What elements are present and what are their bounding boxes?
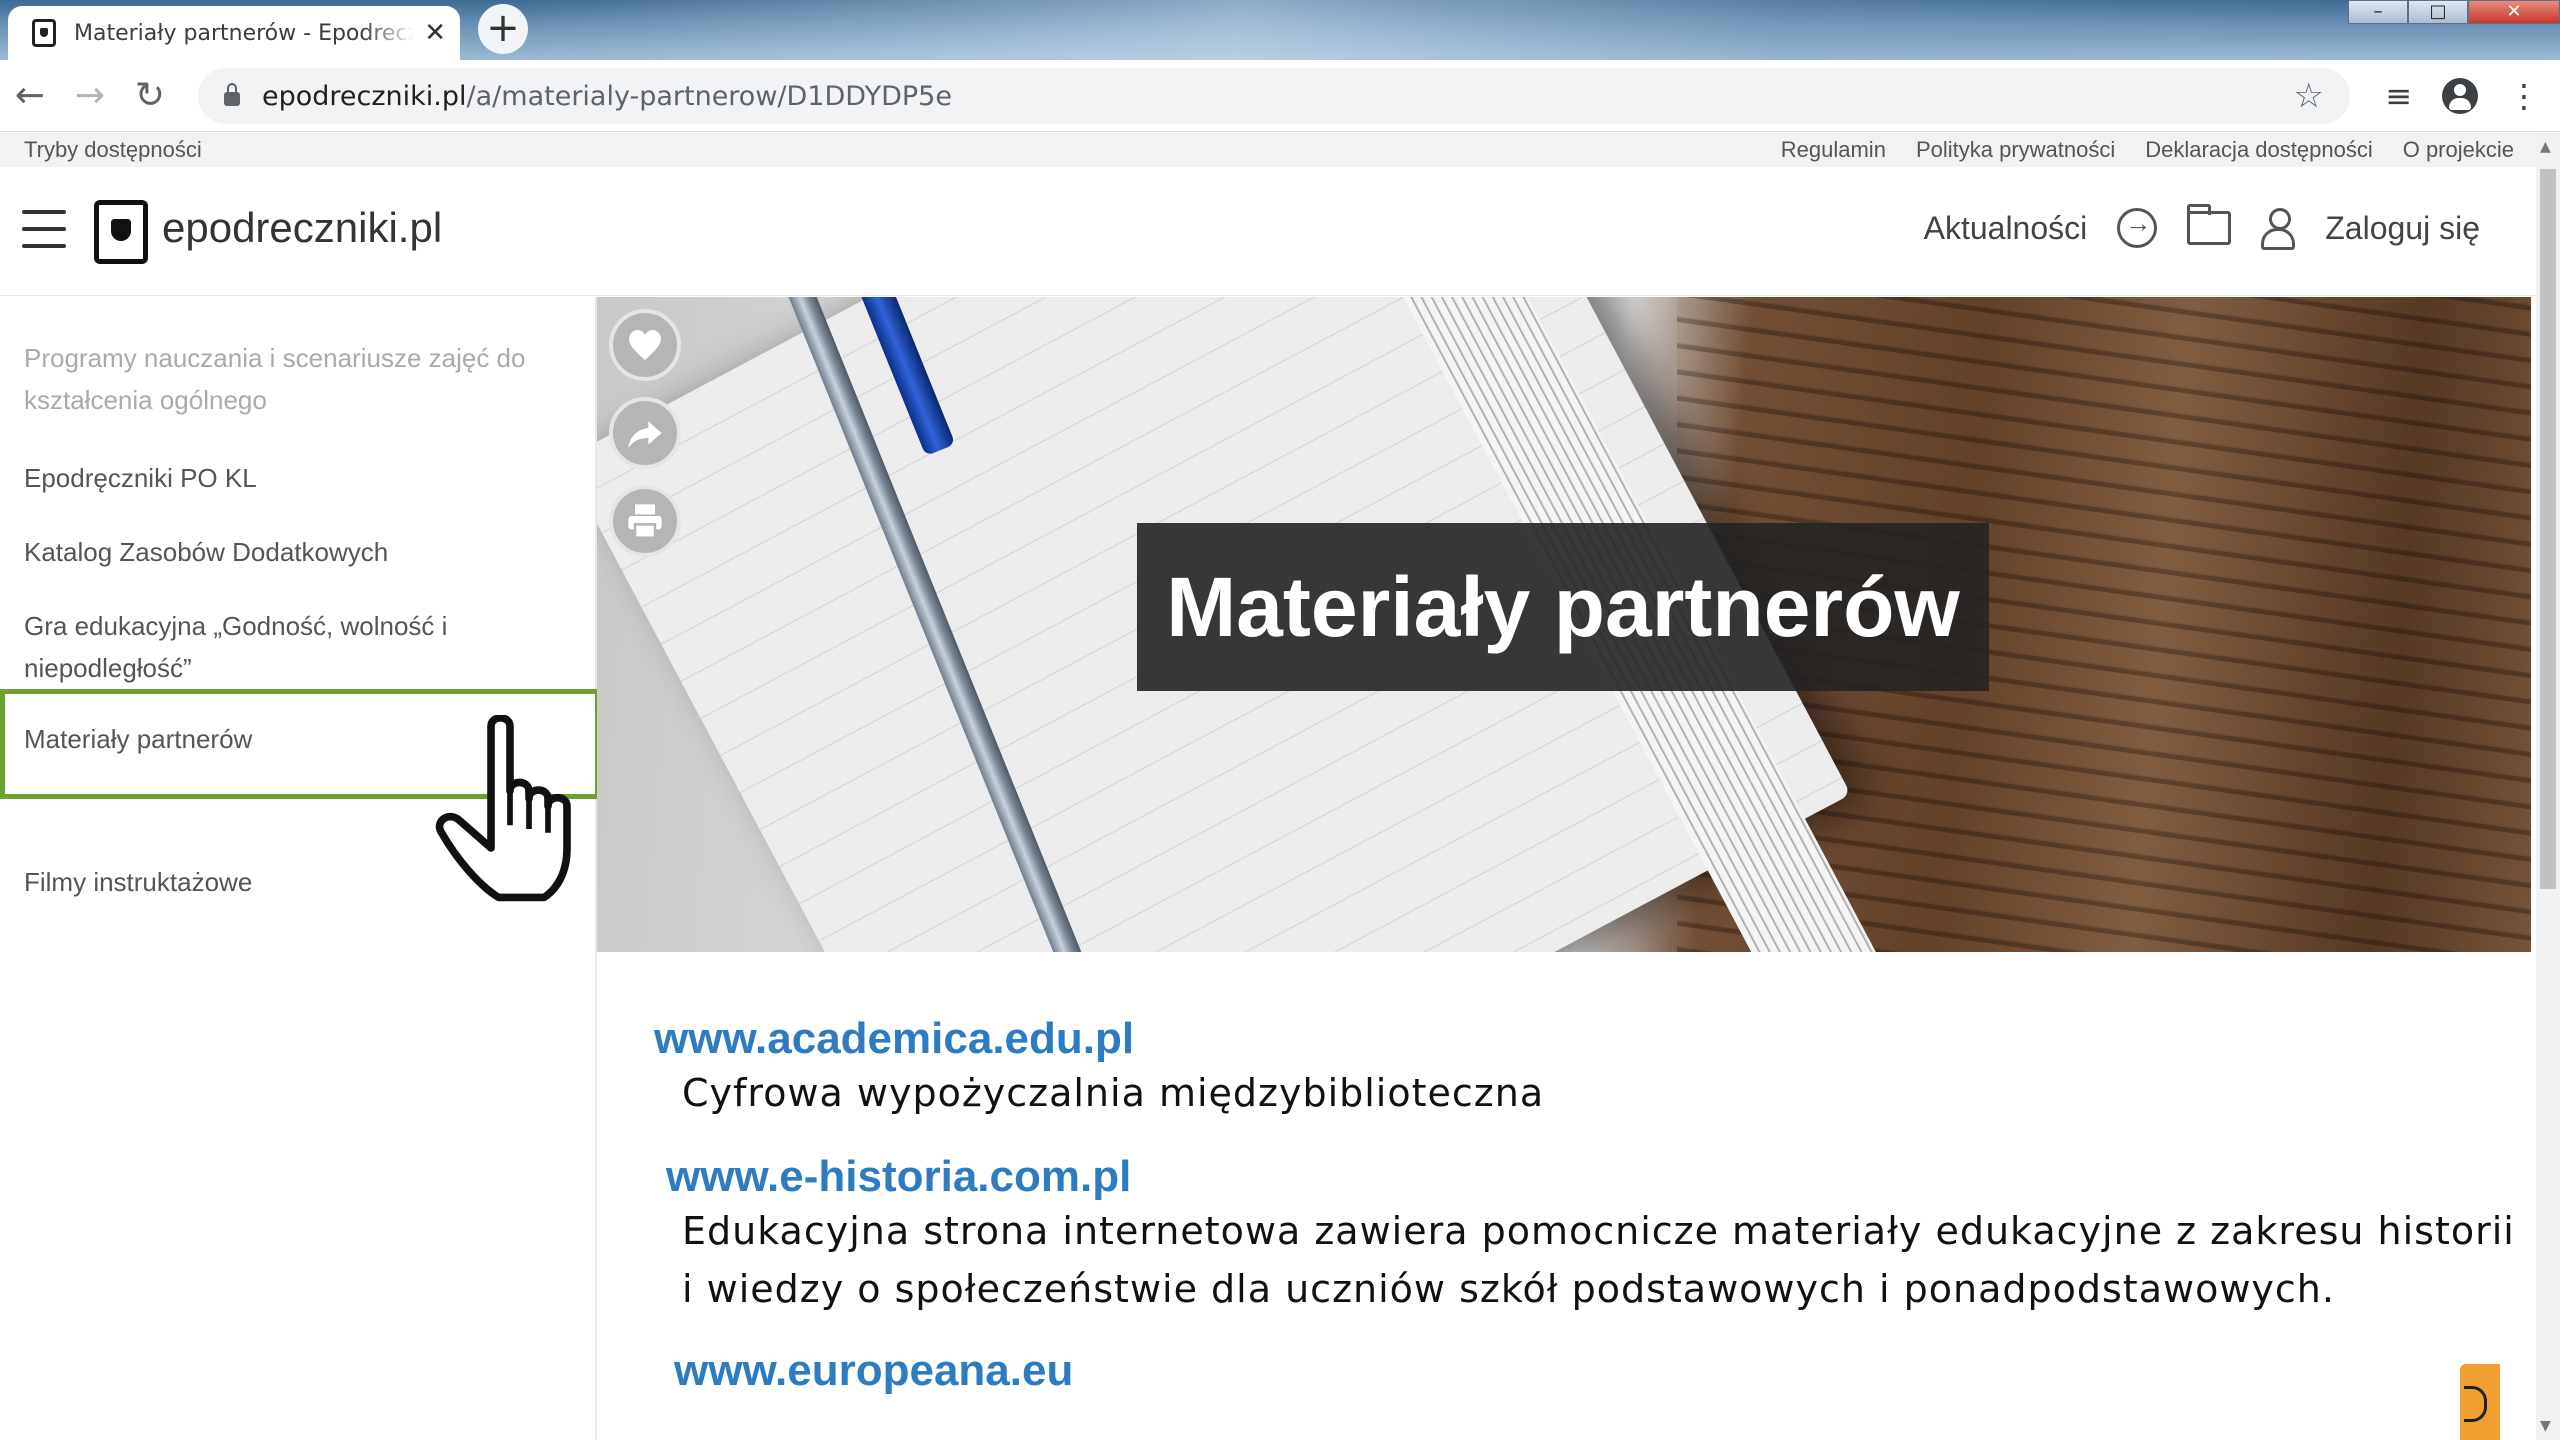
- profile-avatar-icon[interactable]: [2442, 78, 2478, 114]
- share-button[interactable]: [609, 397, 681, 469]
- url-path: /a/materialy-partnerow/D1DDYDP5e: [466, 80, 952, 112]
- tab-close-icon[interactable]: ✕: [424, 18, 446, 48]
- browser-tab-bar: Materiały partnerów - Epodreczniki ✕ + –…: [0, 0, 2560, 60]
- user-icon[interactable]: [2261, 208, 2296, 250]
- share-arrow-icon: [628, 421, 662, 448]
- sidebar-item-catalog[interactable]: Katalog Zasobów Dodatkowych: [24, 531, 544, 573]
- forward-arrow-icon[interactable]: →: [60, 75, 120, 116]
- sidebar-item-game[interactable]: Gra edukacyjna „Godność, wolność i niepo…: [24, 605, 494, 689]
- printer-icon: [628, 504, 662, 539]
- site-header: epodreczniki.pl Aktualności Zaloguj się: [0, 168, 2536, 296]
- accessibility-declaration-link[interactable]: Deklaracja dostępności: [2145, 137, 2372, 163]
- scroll-down-icon[interactable]: ▼: [2540, 1418, 2551, 1434]
- header-actions: Aktualności Zaloguj się: [1924, 204, 2480, 250]
- reload-icon[interactable]: ↻: [120, 75, 180, 116]
- europeana-link[interactable]: www.europeana.eu: [674, 1346, 1073, 1396]
- address-bar[interactable]: epodreczniki.pl/a/materialy-partnerow/D1…: [198, 68, 2350, 124]
- scroll-up-icon[interactable]: ▲: [2540, 139, 2551, 155]
- page-scrollbar[interactable]: ▲ ▼: [2536, 133, 2560, 1440]
- favorite-button[interactable]: [609, 309, 681, 381]
- accessibility-strip: Tryby dostępności Regulamin Polityka pry…: [0, 133, 2560, 167]
- browser-menu-icon[interactable]: ⋮: [2508, 77, 2540, 115]
- enter-icon[interactable]: [2117, 208, 2158, 248]
- bookmark-star-icon[interactable]: ☆: [2294, 76, 2324, 116]
- scrollbar-thumb[interactable]: [2540, 169, 2556, 889]
- site-logo-text[interactable]: epodreczniki.pl: [162, 204, 442, 252]
- close-window-button[interactable]: ✕: [2468, 0, 2560, 24]
- tab-title: Materiały partnerów - Epodreczniki: [74, 20, 414, 46]
- minimize-window-button[interactable]: –: [2348, 0, 2408, 24]
- sidebar-item-label: Materiały partnerów: [24, 724, 253, 754]
- terms-link[interactable]: Regulamin: [1781, 137, 1886, 163]
- window-controls: – □ ✕: [2348, 0, 2560, 24]
- academica-description: Cyfrowa wypożyczalnia międzybiblioteczna: [682, 1071, 1545, 1115]
- hero-banner: Materiały partnerów: [597, 297, 2531, 952]
- e-historia-description-line-2: i wiedzy o społeczeństwie dla uczniów sz…: [682, 1267, 2335, 1311]
- lock-icon[interactable]: [224, 83, 240, 106]
- footer-links: Regulamin Polityka prywatności Deklaracj…: [1781, 137, 2514, 163]
- partner-materials-list: www.academica.edu.pl Cyfrowa wypożyczaln…: [600, 952, 2530, 1440]
- sidebar-menu: Programy nauczania i scenariusze zajęć d…: [0, 297, 600, 1440]
- url-text[interactable]: epodreczniki.pl/a/materialy-partnerow/D1…: [262, 81, 952, 112]
- back-arrow-icon[interactable]: ←: [0, 75, 60, 116]
- page-title: Materiały partnerów: [1137, 523, 1989, 691]
- hand-pointer-cursor-icon: [435, 715, 571, 902]
- site-favicon-icon: [32, 19, 56, 47]
- toolbar-right: ≡ ⋮: [2385, 60, 2540, 132]
- help-button[interactable]: [2460, 1364, 2500, 1440]
- desktop-background: [520, 0, 2320, 60]
- heart-icon: [629, 330, 661, 360]
- hamburger-menu-icon[interactable]: [22, 210, 66, 250]
- media-playlist-icon[interactable]: ≡: [2385, 77, 2412, 115]
- e-historia-link[interactable]: www.e-historia.com.pl: [666, 1152, 1131, 1202]
- accessibility-modes-link[interactable]: Tryby dostępności: [24, 137, 202, 163]
- login-link[interactable]: Zaloguj się: [2325, 210, 2480, 247]
- logo-icon[interactable]: [94, 200, 148, 264]
- e-historia-description-line-1: Edukacyjna strona internetowa zawiera po…: [682, 1209, 2515, 1253]
- sidebar-item-epodreczniki-pokl[interactable]: Epodręczniki PO KL: [24, 457, 544, 499]
- academica-link[interactable]: www.academica.edu.pl: [654, 1014, 1134, 1064]
- folder-icon[interactable]: [2187, 204, 2232, 245]
- new-tab-button[interactable]: +: [478, 4, 528, 54]
- browser-toolbar: ← → ↻ epodreczniki.pl/a/materialy-partne…: [0, 60, 2560, 132]
- sidebar-item-programs[interactable]: Programy nauczania i scenariusze zajęć d…: [24, 337, 544, 421]
- url-host: epodreczniki.pl: [262, 80, 467, 112]
- privacy-link[interactable]: Polityka prywatności: [1916, 137, 2115, 163]
- maximize-window-button[interactable]: □: [2408, 0, 2468, 24]
- about-project-link[interactable]: O projekcie: [2403, 137, 2514, 163]
- browser-tab[interactable]: Materiały partnerów - Epodreczniki ✕: [8, 6, 460, 60]
- news-link[interactable]: Aktualności: [1924, 210, 2088, 247]
- print-button[interactable]: [609, 485, 681, 557]
